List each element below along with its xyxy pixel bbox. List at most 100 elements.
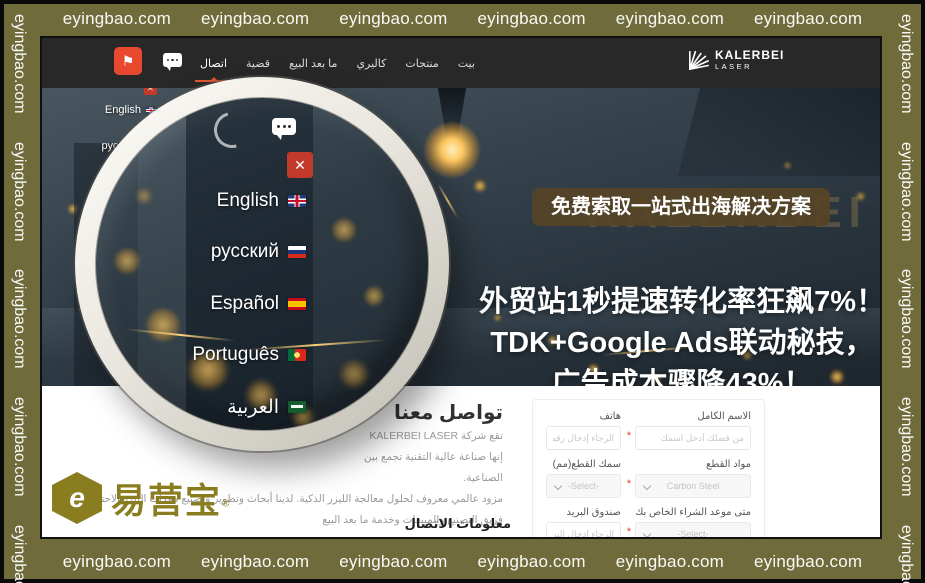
- nav-item-home[interactable]: بيت: [458, 57, 475, 70]
- contact-line: إنها صناعة عالية التقنية تجمع بين: [79, 447, 503, 468]
- language-switch-button[interactable]: ⚑: [114, 47, 142, 75]
- field-label: سمك القطع(مم): [546, 459, 621, 470]
- nav-item-case[interactable]: قضية: [246, 57, 270, 70]
- watermark-text: eyingbao.com: [754, 552, 862, 572]
- form-field-material: مواد القطع Carbon Steel: [635, 459, 751, 498]
- form-field-thickness: سمك القطع(مم) -Select- *: [546, 459, 621, 498]
- field-label: هاتف: [546, 411, 621, 422]
- watermark-text: eyingbao.com: [10, 14, 28, 114]
- framed-screenshot: eyingbao.com eyingbao.com eyingbao.com e…: [0, 0, 925, 583]
- purchase-date-select[interactable]: -Select-: [635, 522, 751, 539]
- language-option-spanish[interactable]: Español: [124, 292, 306, 316]
- field-label: صندوق البريد: [546, 507, 621, 518]
- watermark-text: eyingbao.com: [897, 142, 915, 242]
- form-field-phone: هاتف *: [546, 411, 621, 450]
- watermark-text: eyingbao.com: [10, 525, 28, 583]
- required-asterisk: *: [627, 430, 631, 442]
- hero-headline: 外贸站1秒提速转化率狂飙7%！ TDK+Google Ads联动秘技， 广告成本…: [470, 282, 880, 386]
- registered-mark: ®: [222, 498, 229, 509]
- language-option-russian[interactable]: русский: [124, 240, 306, 264]
- nav-item-aftersales[interactable]: ما بعد البيع: [289, 57, 337, 70]
- watermark-text: eyingbao.com: [897, 525, 915, 583]
- chat-icon[interactable]: [272, 118, 296, 135]
- panel-highlight-strip: [138, 98, 186, 430]
- form-field-fullname: الاسم الكامل: [635, 411, 751, 450]
- watermark-row-top: eyingbao.com eyingbao.com eyingbao.com e…: [44, 9, 881, 29]
- field-label: الاسم الكامل: [635, 411, 751, 422]
- watermark-text: eyingbao.com: [201, 9, 309, 29]
- contact-info-heading: معلومات الاتصال: [405, 516, 511, 532]
- brand-logo[interactable]: KALERBEI LASER: [688, 48, 784, 72]
- nav-item-products[interactable]: منتجات: [405, 57, 438, 70]
- close-icon[interactable]: ✕: [287, 152, 313, 178]
- watermark-column-left: eyingbao.com eyingbao.com eyingbao.com e…: [10, 14, 28, 583]
- field-label: متى موعد الشراء الخاص بك: [635, 507, 751, 518]
- laser-glow: [424, 122, 480, 178]
- watermark-text: eyingbao.com: [478, 552, 586, 572]
- language-label: English: [217, 190, 279, 212]
- brand-name: KALERBEI: [715, 49, 784, 61]
- russia-flag-icon: [288, 246, 306, 258]
- thickness-select[interactable]: -Select-: [546, 474, 621, 498]
- saudi-flag-icon: [288, 401, 306, 413]
- watermark-text: eyingbao.com: [897, 14, 915, 114]
- select-value: -Select-: [568, 481, 599, 491]
- watermark-text: eyingbao.com: [10, 269, 28, 369]
- cta-badge[interactable]: 免费索取一站式出海解决方案: [532, 188, 830, 226]
- chevron-down-icon: [554, 482, 562, 490]
- phone-input[interactable]: [546, 426, 621, 450]
- watermark-text: eyingbao.com: [616, 552, 724, 572]
- watermark-column-right: eyingbao.com eyingbao.com eyingbao.com e…: [897, 14, 915, 583]
- uk-flag-icon: [288, 195, 306, 207]
- watermark-text: eyingbao.com: [754, 9, 862, 29]
- magnifier-view: ✕ English русский Español Português العر…: [96, 98, 428, 430]
- spain-flag-icon: [288, 298, 306, 310]
- site-header: ⚑ بيت منتجات كاليري ما بعد البيع قضية ات…: [42, 38, 880, 88]
- language-option-arabic[interactable]: العربية: [124, 395, 306, 419]
- language-label: العربية: [227, 396, 279, 419]
- select-value: -Select-: [678, 529, 709, 539]
- language-label: English: [105, 104, 141, 116]
- brand-sub: LASER: [715, 63, 784, 71]
- logo-monogram: e: [69, 482, 85, 514]
- chat-icon[interactable]: [163, 53, 182, 67]
- close-icon[interactable]: ✕: [144, 88, 157, 95]
- nav-item-gallery[interactable]: كاليري: [356, 57, 386, 70]
- machine-silhouette: [678, 88, 880, 176]
- language-label: Español: [210, 293, 279, 315]
- fullname-input[interactable]: [635, 426, 751, 450]
- contact-title: تواصل معنا: [394, 400, 503, 425]
- watermark-text: eyingbao.com: [897, 269, 915, 369]
- headline-line-2: TDK+Google Ads联动秘技，: [470, 323, 880, 364]
- inquiry-form-card: الاسم الكامل هاتف * مواد القطع: [532, 399, 765, 539]
- email-input[interactable]: [546, 522, 621, 539]
- form-field-email: صندوق البريد *: [546, 507, 621, 539]
- language-option-portuguese[interactable]: Português: [124, 343, 306, 367]
- nav-item-contact[interactable]: اتصال: [200, 57, 227, 70]
- watermark-text: eyingbao.com: [10, 142, 28, 242]
- watermark-text: eyingbao.com: [897, 397, 915, 497]
- watermark-text: eyingbao.com: [10, 397, 28, 497]
- portugal-flag-icon: [288, 349, 306, 361]
- chevron-down-icon: [643, 530, 651, 538]
- language-option-english[interactable]: English: [124, 189, 306, 213]
- headline-line-1: 外贸站1秒提速转化率狂飙7%！: [470, 282, 880, 323]
- watermark-text: eyingbao.com: [478, 9, 586, 29]
- language-label: Português: [192, 344, 279, 366]
- watermark-text: eyingbao.com: [201, 552, 309, 572]
- required-asterisk: *: [627, 526, 631, 538]
- watermark-text: eyingbao.com: [339, 9, 447, 29]
- field-label: مواد القطع: [635, 459, 751, 470]
- headline-line-3: 广告成本骤降43%！: [470, 364, 880, 386]
- watermark-text: eyingbao.com: [339, 552, 447, 572]
- material-select[interactable]: Carbon Steel: [635, 474, 751, 498]
- language-label: русский: [211, 241, 279, 263]
- chevron-down-icon: [643, 482, 651, 490]
- eyingbao-logo: e 易营宝®: [52, 472, 229, 524]
- flag-icon: ⚑: [122, 53, 135, 70]
- watermark-text: eyingbao.com: [63, 552, 171, 572]
- select-value: Carbon Steel: [667, 481, 720, 491]
- required-asterisk: *: [627, 478, 631, 490]
- magnifier-lens: ✕ English русский Español Português العر…: [75, 77, 449, 451]
- form-field-purchase-date: متى موعد الشراء الخاص بك -Select-: [635, 507, 751, 539]
